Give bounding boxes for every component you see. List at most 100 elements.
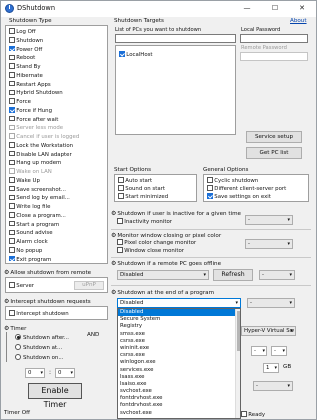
dropdown-option[interactable]: fontdrvhost.exe (118, 395, 240, 402)
shutdown-type-option-12[interactable]: Cancel if user is logged (9, 133, 79, 141)
shutdown-type-option-0[interactable]: Log Off (9, 28, 36, 36)
monitor-header: ⚙Monitor window closing or pixel color (111, 232, 221, 239)
dropdown-option[interactable]: smss.exe (118, 331, 240, 338)
start-option-1[interactable]: Sound on start (118, 185, 165, 193)
remote-pc-select[interactable]: Disabled ▾ (117, 270, 209, 280)
partial-spin-a[interactable]: - ▾ (251, 346, 267, 356)
refresh-button[interactable]: Refresh (213, 269, 253, 281)
dropdown-option[interactable]: winlogon.exe (118, 359, 240, 366)
general-option-1[interactable]: Different client-server port (207, 185, 286, 193)
timer-minutes-spin[interactable]: 0 ▾ (55, 368, 75, 378)
process-dropdown-list[interactable]: Disabled Secure System Registry smss.exe csr… (117, 308, 241, 419)
shutdown-type-option-15[interactable]: Hang up modem (9, 159, 61, 167)
end-program-value: Disabled (120, 300, 144, 306)
shutdown-type-option-18[interactable]: Save screenshot... (9, 185, 66, 194)
timer-hours-spin[interactable]: 0 ▾ (25, 368, 45, 378)
shutdown-type-option-8[interactable]: Force (9, 98, 31, 106)
shutdown-type-option-4[interactable]: Stand By (9, 63, 41, 71)
shutdown-type-option-19[interactable]: Send log by email... (9, 194, 70, 202)
shutdown-type-option-26[interactable]: Exit program (9, 255, 52, 264)
dropdown-option[interactable]: fontdrvhost.exe (118, 402, 240, 409)
general-option-0[interactable]: Cyclic shutdown (207, 177, 258, 185)
dropdown-option[interactable]: svchost.exe (118, 410, 240, 417)
server-checkbox[interactable]: Server (9, 282, 34, 290)
shutdown-type-option-20[interactable]: Write log file (9, 203, 50, 211)
remote-offline-header: ⚙Shutdown if a remote PC goes offline (111, 260, 221, 267)
upnp-button[interactable]: uPnP (74, 281, 104, 290)
dropdown-scrollbar[interactable] (235, 309, 240, 418)
shutdown-type-option-21[interactable]: Close a program... (9, 212, 66, 220)
shutdown-type-option-7[interactable]: Hybrid Shutdown (9, 89, 63, 97)
shutdown-type-option-3[interactable]: Reboot (9, 54, 35, 62)
network-adapter-value: Hyper-V Virtual Sw (244, 328, 295, 334)
pixel-monitor-checkbox[interactable]: Pixel color change monitor (117, 239, 196, 247)
shutdown-type-option-14[interactable]: Disable LAN adapter (9, 150, 72, 159)
timer-option-on[interactable]: Shutdown on... (15, 354, 63, 362)
pc-targets-list[interactable]: LocalHost (115, 45, 236, 135)
partial-spin-b[interactable]: - ▾ (271, 346, 287, 356)
shutdown-type-option-5[interactable]: Hibernate (9, 72, 43, 80)
shutdown-type-option-2[interactable]: Power Off (9, 45, 42, 54)
pc-list-input[interactable] (115, 34, 236, 43)
start-option-0[interactable]: Auto start (118, 177, 152, 185)
remote-password-input[interactable] (240, 52, 308, 61)
shutdown-type-option-17[interactable]: Wake Up (9, 177, 40, 185)
scrollbar-thumb[interactable] (237, 311, 240, 351)
timer-option-at[interactable]: Shutdown at... (15, 344, 62, 352)
network-adapter-select[interactable]: Hyper-V Virtual Sw ▾ (241, 326, 296, 336)
dropdown-option[interactable]: Secure System (118, 316, 240, 323)
shutdown-type-option-10[interactable]: Force after wait (9, 115, 58, 124)
timer-option-label: Shutdown at... (23, 345, 63, 351)
shutdown-type-option-23[interactable]: Sound advise (9, 229, 53, 237)
shutdown-type-option-24[interactable]: Alarm clock (9, 238, 48, 246)
dropdown-option[interactable]: wininit.exe (118, 345, 240, 352)
shutdown-type-option-13[interactable]: Lock the Workstation (9, 142, 73, 150)
dropdown-option[interactable]: svchost.exe (118, 388, 240, 395)
checkbox-box (9, 282, 15, 288)
service-setup-button[interactable]: Service setup (246, 131, 302, 143)
intercept-checkbox[interactable]: Intercept shutdown (9, 310, 69, 318)
dropdown-option[interactable]: lsass.exe (118, 374, 240, 381)
general-option-2[interactable]: Save settings on exit (207, 193, 271, 201)
window-close-checkbox[interactable]: Window close monitor (117, 247, 184, 255)
inactivity-monitor-checkbox[interactable]: Inactivity monitor (117, 218, 172, 226)
shutdown-type-option-22[interactable]: Start a program (9, 220, 60, 229)
ready-checkbox[interactable]: Ready (241, 411, 265, 419)
dropdown-option[interactable]: csrss.exe (118, 352, 240, 359)
shutdown-type-option-16[interactable]: Wake on LAN (9, 168, 52, 176)
maximize-button[interactable]: ☐ (261, 1, 289, 17)
shutdown-type-option-25[interactable]: No popup (9, 247, 42, 255)
dropdown-option[interactable]: lsaiso.exe (118, 381, 240, 388)
target-item-localhost[interactable]: LocalHost (119, 51, 153, 59)
close-button[interactable]: ✕ (288, 1, 316, 17)
shutdown-type-option-9[interactable]: Force if Hung (9, 107, 52, 115)
about-link[interactable]: About (290, 18, 307, 24)
get-pc-list-button[interactable]: Get PC list (246, 147, 302, 159)
remote-offline-title: Shutdown if a remote PC goes offline (117, 261, 222, 267)
chevron-down-icon: ▾ (40, 370, 43, 376)
end-program-value-select[interactable]: - ▾ (247, 298, 295, 308)
timer-option-after[interactable]: Shutdown after... (15, 334, 69, 342)
checkbox-box (9, 150, 15, 157)
enable-timer-button[interactable]: Enable Timer (28, 383, 82, 409)
inactive-value-select[interactable]: - ▾ (245, 215, 293, 225)
end-program-select[interactable]: Disabled ▾ (117, 298, 241, 308)
minimize-button[interactable]: — (233, 1, 261, 17)
shutdown-type-option-6[interactable]: Restart Apps (9, 80, 51, 89)
dropdown-option[interactable]: services.exe (118, 367, 240, 374)
shutdown-type-option-11[interactable]: Server less mode (9, 124, 63, 132)
shutdown-type-option-label: Exit program (16, 256, 52, 263)
start-option-2[interactable]: Start minimized (118, 193, 168, 201)
partial-select-d[interactable]: - ▾ (253, 381, 293, 391)
dropdown-option[interactable]: Disabled (118, 309, 240, 317)
shutdown-type-option-1[interactable]: Shutdown (9, 37, 43, 45)
remote-value-select[interactable]: - ▾ (259, 270, 295, 280)
shutdown-type-option-label: Start a program (16, 221, 60, 228)
local-password-input[interactable] (240, 34, 308, 43)
partial-spin-c[interactable]: 1 ▾ (263, 363, 279, 373)
dropdown-option[interactable]: csrss.exe (118, 338, 240, 345)
checkbox-box (9, 63, 15, 69)
dropdown-option[interactable]: Registry (118, 323, 240, 330)
monitor-value-select[interactable]: - ▾ (245, 239, 293, 249)
checkbox-box (9, 45, 15, 52)
